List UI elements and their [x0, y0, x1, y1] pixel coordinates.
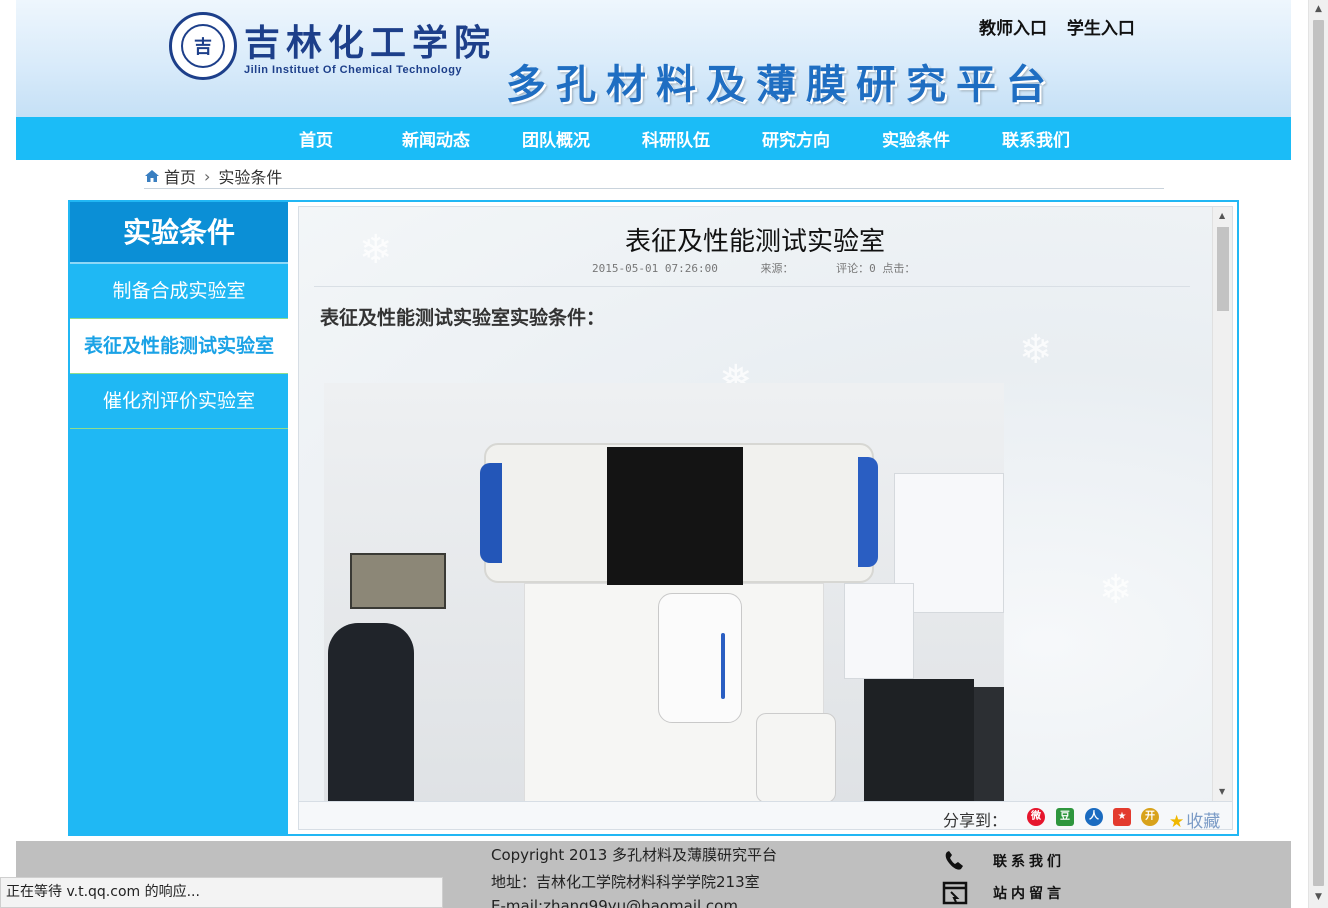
breadcrumb: 首页 › 实验条件: [144, 164, 1164, 189]
page-scroll-up-icon[interactable]: ▲: [1315, 4, 1322, 14]
footer-copyright: Copyright 2013 多孔材料及薄膜研究平台: [491, 846, 778, 864]
lab-instrument-photo: [324, 383, 1004, 803]
article-panel: ❄ ❄ ❄ ❅ 表征及性能测试实验室 2015-05-01 07:26:00 来…: [298, 206, 1233, 830]
browser-status-bar: 正在等待 v.t.qq.com 的响应...: [0, 877, 443, 908]
footer-address: 地址：吉林化工学院材料科学学院213室: [491, 873, 760, 891]
page-scrollbar[interactable]: ▲ ▼: [1308, 0, 1328, 908]
nav-item-news[interactable]: 新闻动态: [376, 117, 496, 160]
nav-item-researchers[interactable]: 科研队伍: [616, 117, 736, 160]
scroll-down-arrow-icon[interactable]: ▼: [1219, 787, 1225, 796]
nav-item-contact[interactable]: 联系我们: [976, 117, 1096, 160]
douban-icon[interactable]: 豆: [1056, 808, 1074, 826]
scrollbar-thumb[interactable]: [1217, 227, 1229, 311]
qzone-icon[interactable]: ★: [1113, 808, 1131, 826]
snowflake-decoration: ❄: [1019, 327, 1053, 373]
breadcrumb-home-link[interactable]: 首页: [164, 164, 196, 188]
site-header: 吉 吉林化工学院 Jilin Instituet Of Chemical Tec…: [16, 0, 1291, 117]
phone-icon: [945, 851, 963, 870]
article-subheading: 表征及性能测试实验室实验条件：: [320, 307, 606, 329]
footer-email: E-mail:zhang99yu@haomail.com: [491, 897, 738, 908]
footer-message-link[interactable]: 站内留言: [941, 881, 1065, 905]
article-source: 来源：: [760, 262, 794, 275]
home-icon: [145, 170, 159, 182]
school-name-cn: 吉林化工学院: [244, 22, 497, 64]
sidebar-item-synthesis-lab[interactable]: 制备合成实验室: [70, 264, 288, 319]
divider: [314, 286, 1190, 287]
chevron-right-icon: ›: [204, 166, 211, 186]
renren-icon[interactable]: 人: [1085, 808, 1103, 826]
sidebar: 实验条件 制备合成实验室 表征及性能测试实验室 催化剂评价实验室: [70, 202, 288, 834]
main-nav: 首页 新闻动态 团队概况 科研队伍 研究方向 实验条件 联系我们: [16, 117, 1291, 160]
star-icon: ★: [1169, 812, 1185, 830]
content-area: ❄ ❄ ❄ ❅ 表征及性能测试实验室 2015-05-01 07:26:00 来…: [288, 202, 1237, 834]
nav-item-team[interactable]: 团队概况: [496, 117, 616, 160]
share-label: 分享到：: [943, 811, 1008, 830]
favorite-label: 收藏: [1186, 812, 1221, 830]
article-title: 表征及性能测试实验室: [624, 227, 885, 257]
top-links: 教师入口 学生入口: [979, 14, 1149, 39]
nav-item-home[interactable]: 首页: [256, 117, 376, 160]
page-scrollbar-thumb[interactable]: [1313, 20, 1324, 886]
site-title: 多孔材料及薄膜研究平台: [506, 62, 1056, 108]
article-meta: 2015-05-01 07:26:00 来源： 评论：0 点击：: [592, 260, 951, 276]
footer-contact-link[interactable]: 联系我们: [941, 849, 1065, 873]
school-seal-logo: 吉: [169, 12, 237, 80]
page-scroll-down-icon[interactable]: ▼: [1315, 892, 1322, 902]
breadcrumb-current: 实验条件: [218, 168, 283, 187]
sidebar-item-catalyst-lab[interactable]: 催化剂评价实验室: [70, 374, 288, 429]
school-name-en: Jilin Instituet Of Chemical Technology: [244, 64, 463, 76]
scroll-up-arrow-icon[interactable]: ▲: [1219, 211, 1225, 220]
sidebar-title: 实验条件: [70, 202, 288, 264]
kaixin-icon[interactable]: 开: [1141, 808, 1159, 826]
main-frame: 实验条件 制备合成实验室 表征及性能测试实验室 催化剂评价实验室 ❄ ❄ ❄ ❅…: [68, 200, 1239, 836]
favorite-button[interactable]: ★ 收藏: [1169, 807, 1221, 830]
article-stats: 评论：0 点击：: [836, 262, 916, 275]
teacher-login-link[interactable]: 教师入口: [979, 19, 1047, 39]
student-login-link[interactable]: 学生入口: [1067, 19, 1135, 39]
article-scrollbar[interactable]: ▲ ▼: [1212, 207, 1232, 801]
footer-message-label: 站内留言: [993, 886, 1065, 902]
sidebar-item-characterization-lab[interactable]: 表征及性能测试实验室: [70, 319, 288, 374]
article-date: 2015-05-01 07:26:00: [592, 262, 718, 275]
weibo-icon[interactable]: 微: [1027, 808, 1045, 826]
footer-contact-label: 联系我们: [993, 854, 1065, 870]
nav-item-research[interactable]: 研究方向: [736, 117, 856, 160]
message-board-icon: [942, 881, 968, 905]
nav-item-facilities[interactable]: 实验条件: [856, 117, 976, 160]
snowflake-decoration: ❄: [1099, 567, 1133, 613]
share-bar: 分享到： 微 豆 人 ★ 开 ★ 收藏: [299, 801, 1232, 830]
